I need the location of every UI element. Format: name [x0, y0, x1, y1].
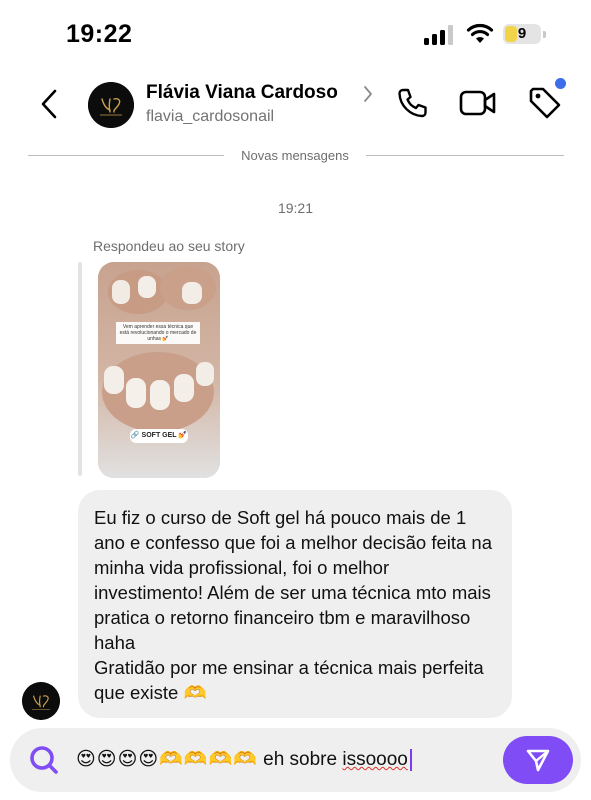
input-text: eh sobre: [257, 749, 343, 770]
nails-photo: [98, 262, 220, 478]
message-text: Eu fiz o curso de Soft gel há pouco mais…: [94, 507, 493, 703]
message-input[interactable]: 😍😍😍😍🫶🫶🫶🫶 eh sobre issoooo: [76, 738, 494, 782]
contact-avatar[interactable]: [88, 82, 134, 128]
monogram-logo-icon: [22, 682, 60, 720]
search-icon[interactable]: [22, 738, 66, 782]
story-caption: Vem aprender essa técnica que está revol…: [116, 322, 200, 344]
new-messages-divider: Novas mensagens: [28, 146, 564, 166]
story-thumbnail[interactable]: Vem aprender essa técnica que está revol…: [98, 262, 220, 478]
divider-line: [366, 155, 564, 156]
contact-handle[interactable]: flavia_cardosonail: [146, 108, 274, 126]
message-composer: 😍😍😍😍🫶🫶🫶🫶 eh sobre issoooo: [10, 728, 581, 792]
chat-header: Flávia Viana Cardoso flavia_cardosonail: [0, 70, 591, 140]
battery-level: 9: [517, 25, 527, 42]
cellular-signal-icon: [424, 25, 453, 45]
wifi-icon: [466, 23, 494, 43]
message-bubble[interactable]: Eu fiz o curso de Soft gel há pouco mais…: [78, 490, 512, 718]
new-messages-label: Novas mensagens: [241, 148, 349, 163]
video-camera-icon[interactable]: [459, 87, 497, 119]
battery-tip: [543, 31, 546, 38]
message-timestamp: 19:21: [277, 200, 314, 216]
status-bar: 19:22 9: [0, 0, 591, 70]
tag-icon[interactable]: [526, 84, 564, 122]
story-reply-label: Respondeu ao seu story: [93, 238, 245, 254]
divider-line: [28, 155, 224, 156]
story-link-sticker[interactable]: 🔗 SOFT GEL 💅: [130, 429, 188, 443]
contact-name[interactable]: Flávia Viana Cardoso: [146, 82, 338, 104]
phone-icon[interactable]: [395, 86, 429, 120]
send-button[interactable]: [503, 736, 573, 784]
reply-quote-bar: [78, 262, 82, 476]
monogram-logo-icon: [88, 82, 134, 128]
input-emojis: 😍😍😍😍🫶🫶🫶🫶: [76, 749, 258, 770]
send-icon: [526, 749, 550, 772]
text-caret: [409, 748, 412, 771]
status-time: 19:22: [66, 20, 133, 48]
chevron-left-icon[interactable]: [36, 86, 64, 122]
sender-avatar[interactable]: [22, 682, 60, 720]
battery-indicator: 9: [503, 24, 547, 44]
input-misspelled-word: issoooo: [342, 749, 408, 770]
notification-dot: [555, 78, 566, 89]
chevron-right-icon[interactable]: [362, 84, 374, 104]
